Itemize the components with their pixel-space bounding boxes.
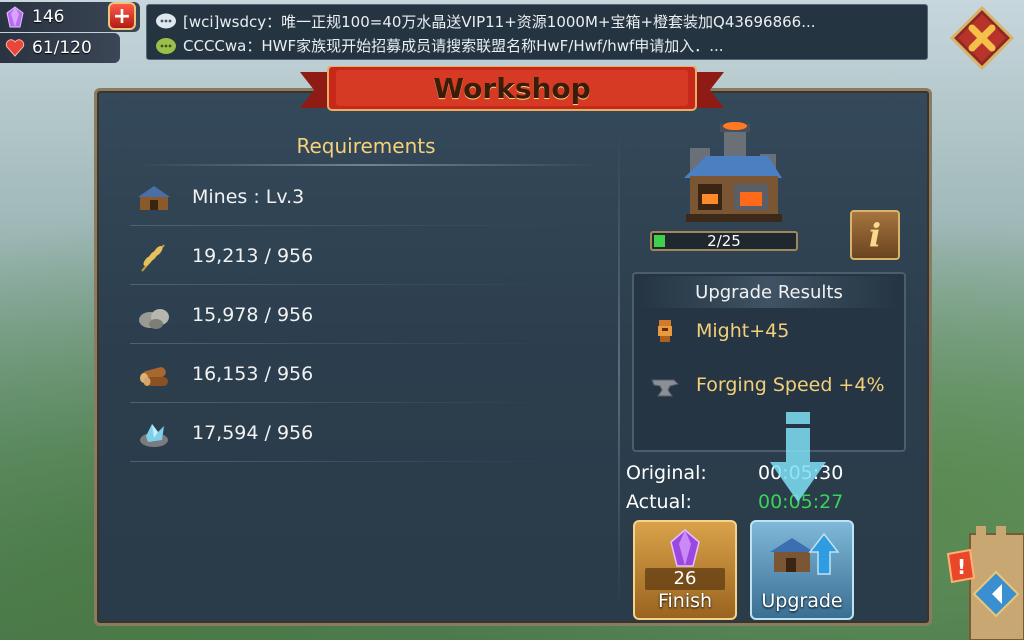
chat-message: CCCCwa：HWF家族现开始招募成员请搜索联盟名称HwF/Hwf/hwf申请加… <box>155 35 724 56</box>
row-divider <box>130 402 560 403</box>
close-icon <box>949 5 1015 71</box>
finish-button[interactable]: 26 Finish <box>633 520 737 620</box>
anvil-icon <box>650 370 680 400</box>
gem-icon <box>670 529 700 567</box>
chat-bubble-icon <box>155 12 177 32</box>
requirement-row: 17,594 / 956 <box>130 406 560 462</box>
might-icon <box>650 316 680 346</box>
gem-count: 146 <box>32 7 65 27</box>
requirements-divider <box>136 164 596 166</box>
requirement-text: 17,594 / 956 <box>192 422 314 444</box>
requirement-row: Mines : Lv.3 <box>130 170 560 226</box>
ore-icon <box>136 418 172 450</box>
page-title: Workshop <box>433 72 591 105</box>
requirement-text: Mines : Lv.3 <box>192 186 305 208</box>
chat-ticker[interactable]: [wci]wsdcy：唯一正规100=40万水晶送VIP11+资源1000M+宝… <box>146 4 928 60</box>
add-gems-button[interactable]: + <box>108 2 136 30</box>
tutorial-arrow-icon <box>770 412 826 502</box>
building-level: 2/25 <box>707 232 741 250</box>
gem-icon <box>4 6 26 28</box>
result-row: Might+45 <box>650 316 789 346</box>
svg-text:!: ! <box>957 555 966 579</box>
result-row: Forging Speed +4% <box>650 370 885 400</box>
workshop-building-image <box>684 122 782 222</box>
workshop-building-icon <box>136 182 172 214</box>
finish-button-label: Finish <box>657 590 713 612</box>
side-menu-widget[interactable]: ! <box>940 524 1024 640</box>
requirements-title: Requirements <box>296 134 436 158</box>
stamina-counter: 61/120 <box>0 33 120 63</box>
chat-text: [wci]wsdcy：唯一正规100=40万水晶送VIP11+资源1000M+宝… <box>183 13 816 31</box>
heart-icon <box>4 37 26 59</box>
original-time-label: Original: <box>626 462 707 484</box>
requirement-text: 19,213 / 956 <box>192 245 314 267</box>
guild-chat-icon <box>155 36 177 56</box>
requirement-row: 16,153 / 956 <box>130 347 560 403</box>
building-level-bar: 2/25 <box>650 231 798 251</box>
result-text: Forging Speed +4% <box>696 374 885 396</box>
upgrade-results-title: Upgrade Results <box>695 282 843 303</box>
close-button[interactable] <box>949 5 1015 71</box>
upgrade-button[interactable]: Upgrade <box>750 520 854 620</box>
actual-time-label: Actual: <box>626 491 692 513</box>
stamina-value: 61/120 <box>32 38 92 58</box>
info-icon: i <box>868 216 882 254</box>
requirement-text: 16,153 / 956 <box>192 363 314 385</box>
wheat-icon <box>136 241 172 273</box>
requirement-row: 19,213 / 956 <box>130 229 560 285</box>
stone-icon <box>136 300 172 332</box>
upgrade-building-icon <box>770 532 840 575</box>
chat-message: [wci]wsdcy：唯一正规100=40万水晶送VIP11+资源1000M+宝… <box>155 11 816 32</box>
row-divider <box>130 284 560 285</box>
timber-icon <box>136 359 172 391</box>
requirement-text: 15,978 / 956 <box>192 304 314 326</box>
row-divider <box>130 461 560 462</box>
row-divider <box>130 225 560 226</box>
row-divider <box>130 343 560 344</box>
finish-gem-cost: 26 <box>645 568 725 590</box>
requirement-row: 15,978 / 956 <box>130 288 560 344</box>
upgrade-button-label: Upgrade <box>761 590 843 612</box>
result-text: Might+45 <box>696 320 790 342</box>
chat-text: CCCCwa：HWF家族现开始招募成员请搜索联盟名称HwF/Hwf/hwf申请加… <box>183 37 724 55</box>
info-button[interactable]: i <box>850 210 900 260</box>
column-divider <box>618 130 620 610</box>
